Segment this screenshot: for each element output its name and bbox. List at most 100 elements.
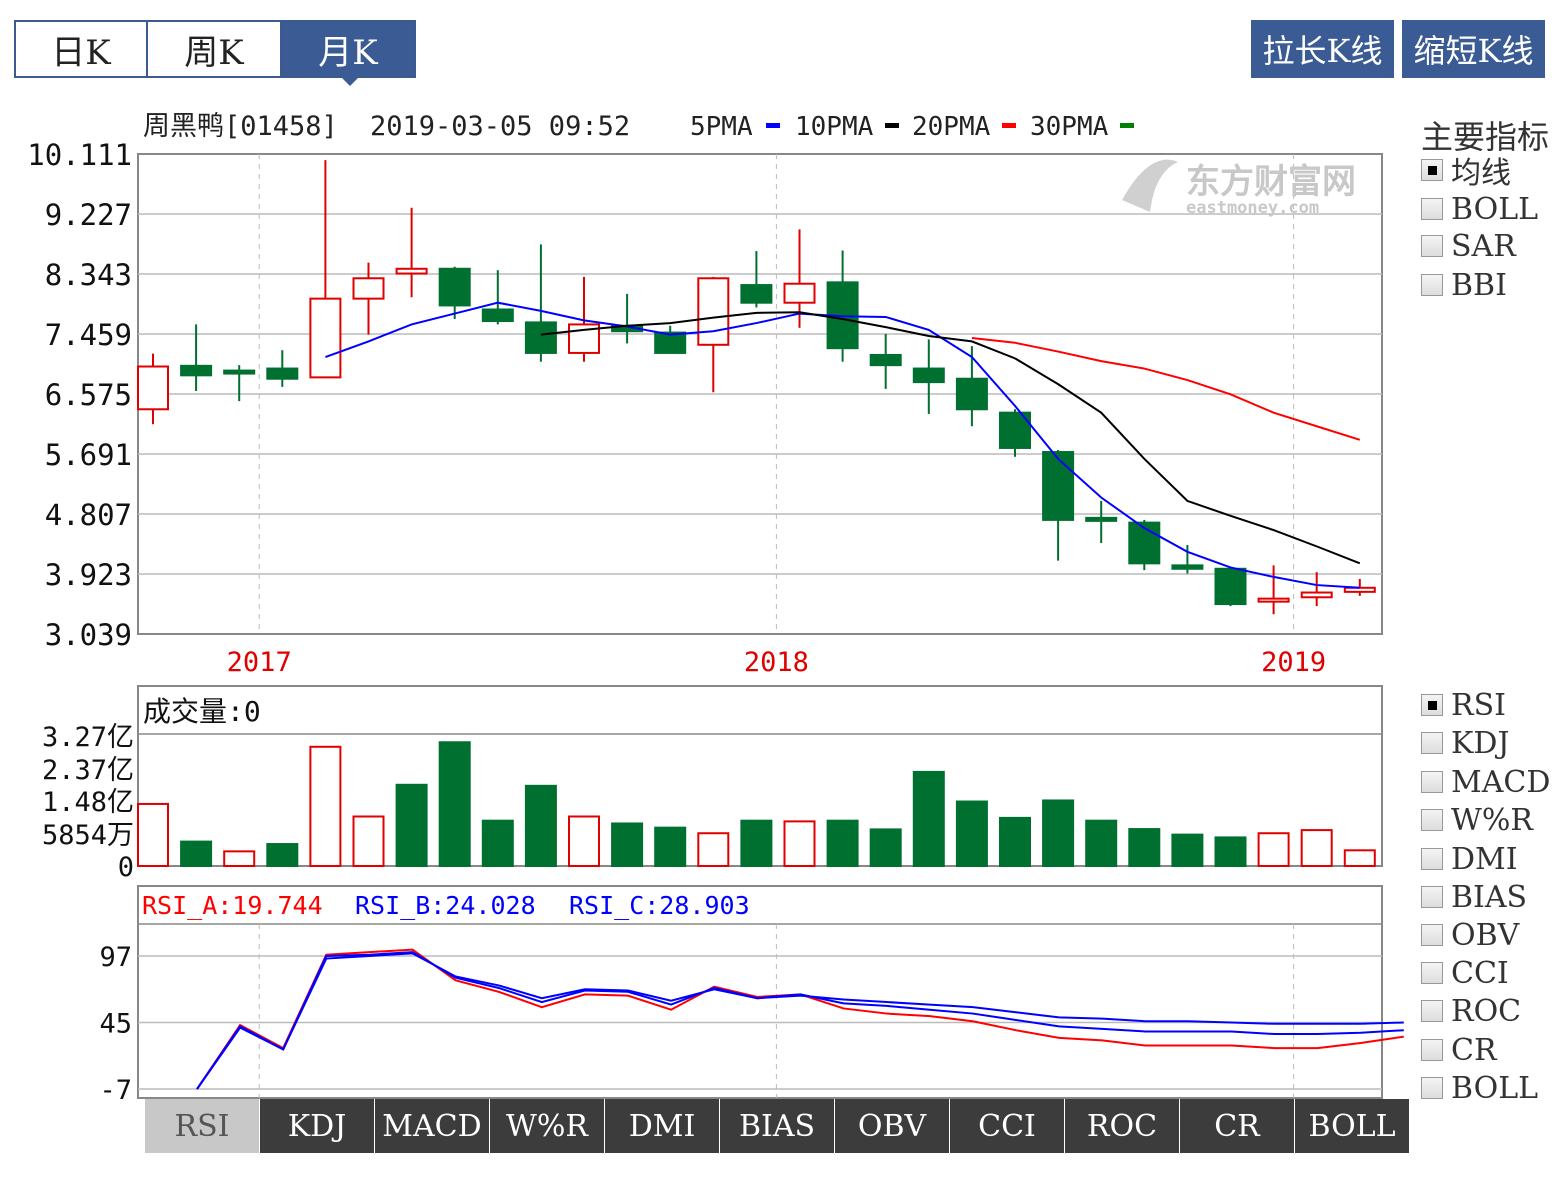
- bottom-tab-cci[interactable]: CCI: [950, 1099, 1064, 1153]
- candle-body: [955, 377, 988, 411]
- volume-bar: [654, 826, 687, 868]
- price-tick-label: 8.343: [45, 258, 132, 292]
- sub-indicator-macd[interactable]: MACD: [1421, 764, 1550, 800]
- candle-body: [783, 282, 816, 304]
- ma-legend-10: 10PMA: [795, 112, 874, 142]
- volume-bar: [223, 850, 256, 867]
- checkbox-icon: [1421, 694, 1443, 716]
- ma-legend-20: 20PMA: [912, 112, 991, 142]
- candle-body: [1085, 516, 1118, 522]
- volume-bar: [1257, 832, 1290, 868]
- checkbox-icon: [1421, 159, 1443, 181]
- volume-tick-label: 2.37亿: [42, 755, 134, 786]
- bottom-tab-cr[interactable]: CR: [1180, 1099, 1294, 1153]
- volume-bar: [783, 820, 816, 868]
- indicator-option-boll[interactable]: BOLL: [1421, 191, 1538, 227]
- ma-legend-30-swatch: [1120, 123, 1134, 128]
- bottom-tab-roc[interactable]: ROC: [1065, 1099, 1179, 1153]
- candle-body: [654, 331, 687, 354]
- rsi-tick-label: 45: [99, 1009, 132, 1040]
- volume-bar: [438, 741, 471, 867]
- volume-label: 成交量:0: [143, 695, 261, 728]
- volume-tick-label: 5854万: [42, 820, 134, 851]
- watermark-cn: 东方财富网: [1186, 162, 1356, 202]
- bottom-tab-macd[interactable]: MACD: [375, 1099, 489, 1153]
- checkbox-icon: [1421, 1000, 1443, 1022]
- candle-body: [740, 284, 773, 304]
- indicator-option-bbi[interactable]: BBI: [1421, 267, 1507, 303]
- volume-bar: [869, 828, 902, 868]
- sub-indicator-bias[interactable]: BIAS: [1421, 879, 1527, 915]
- sub-indicator-kdj[interactable]: KDJ: [1421, 725, 1510, 761]
- sub-indicator-roc[interactable]: ROC: [1421, 993, 1521, 1029]
- bottom-tab-obv[interactable]: OBV: [835, 1099, 949, 1153]
- ma-legend-5: 5PMA: [690, 112, 753, 142]
- bottom-tab-rsi[interactable]: RSI: [145, 1099, 259, 1153]
- volume-bar: [955, 800, 988, 867]
- volume-bar: [611, 822, 644, 868]
- price-tick-label: 4.807: [45, 498, 132, 532]
- checkbox-icon: [1421, 732, 1443, 754]
- checkbox-icon: [1421, 809, 1443, 831]
- candle-body: [524, 321, 557, 354]
- volume-bar: [1300, 829, 1333, 868]
- volume-bar: [1085, 819, 1118, 868]
- volume-bar: [1343, 849, 1376, 867]
- sub-indicator-cci[interactable]: CCI: [1421, 955, 1509, 991]
- candle-body: [352, 277, 385, 300]
- ma-legend-20-swatch: [1002, 123, 1016, 128]
- volume-bar: [1214, 836, 1247, 867]
- candlestick-chart: 10.111 9.227 8.343 7.459 6.575 5.691 4.807 3.92…: [27, 138, 1383, 678]
- candle-body: [266, 367, 299, 380]
- rsi-a-label: RSI_A:19.744: [142, 891, 323, 920]
- volume-bar: [352, 815, 385, 868]
- bottom-tab-dmi[interactable]: DMI: [605, 1099, 719, 1153]
- candle-body: [697, 277, 730, 346]
- candle-body: [1042, 451, 1075, 521]
- quote-datetime: 2019-03-05 09:52: [370, 111, 630, 142]
- volume-bar: [1128, 828, 1161, 868]
- candle-body: [481, 308, 514, 323]
- volume-bar: [524, 784, 557, 867]
- volume-bar: [1171, 833, 1204, 868]
- checkbox-icon: [1421, 274, 1443, 296]
- candle-body: [1171, 564, 1204, 570]
- rsi-tick-label: 97: [99, 942, 132, 973]
- volume-bar: [266, 843, 299, 867]
- volume-tick-label: 3.27亿: [42, 722, 134, 753]
- checkbox-icon: [1421, 198, 1443, 220]
- bottom-tab-wr[interactable]: W%R: [490, 1099, 604, 1153]
- indicator-tabs: RSI KDJ MACD W%R DMI BIAS OBV CCI ROC CR…: [145, 1099, 1410, 1153]
- price-tick-label: 3.039: [45, 618, 132, 652]
- year-label: 2018: [744, 647, 809, 678]
- indicator-option-ma[interactable]: 均线: [1421, 152, 1511, 191]
- price-tick-label: 9.227: [45, 198, 132, 232]
- bottom-tab-kdj[interactable]: KDJ: [260, 1099, 374, 1153]
- candle-body: [1257, 597, 1290, 603]
- bottom-tab-boll[interactable]: BOLL: [1295, 1099, 1409, 1153]
- price-tick-label: 7.459: [45, 318, 132, 352]
- sub-indicator-cr[interactable]: CR: [1421, 1032, 1497, 1068]
- checkbox-icon: [1421, 1039, 1443, 1061]
- candle-body: [438, 267, 471, 307]
- sub-indicator-boll[interactable]: BOLL: [1421, 1070, 1538, 1106]
- sub-indicator-obv[interactable]: OBV: [1421, 917, 1519, 953]
- volume-bar: [180, 840, 213, 867]
- bottom-tab-bias[interactable]: BIAS: [720, 1099, 834, 1153]
- candle-body: [180, 364, 213, 377]
- candle-body: [1214, 567, 1247, 606]
- sub-indicator-wr[interactable]: W%R: [1421, 802, 1533, 838]
- rsi-c-label: RSI_C:28.903: [569, 891, 750, 920]
- indicator-option-sar[interactable]: SAR: [1421, 228, 1516, 264]
- price-tick-label: 3.923: [45, 558, 132, 592]
- volume-bar: [697, 832, 730, 868]
- checkbox-icon: [1421, 962, 1443, 984]
- candle-body: [1343, 586, 1376, 593]
- ma-legend-5-swatch: [766, 123, 780, 128]
- volume-bar: [999, 816, 1031, 868]
- sub-indicator-dmi[interactable]: DMI: [1421, 841, 1518, 877]
- sub-indicator-rsi[interactable]: RSI: [1421, 687, 1506, 723]
- candle-body: [1300, 591, 1333, 599]
- candle-body: [869, 353, 902, 367]
- price-tick-label: 5.691: [45, 438, 132, 472]
